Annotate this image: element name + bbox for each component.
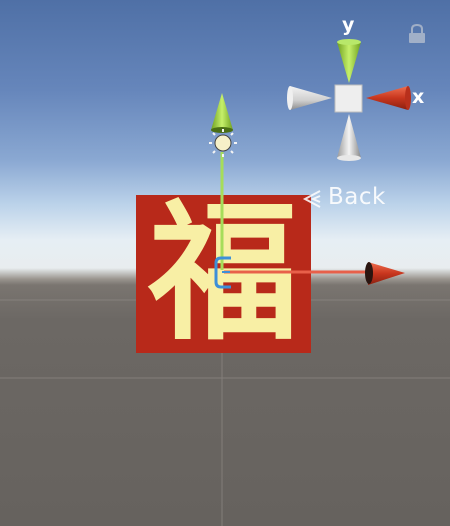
gizmo-center-cube[interactable] — [334, 84, 363, 113]
transform-gizmo[interactable] — [0, 0, 450, 526]
x-axis-cone[interactable] — [368, 262, 405, 285]
y-axis-cone[interactable] — [211, 93, 233, 130]
scene-view[interactable]: 福 Back y x — [0, 0, 450, 526]
gizmo-x-cone[interactable] — [366, 86, 408, 110]
gizmo-x-label: x — [412, 86, 425, 108]
gizmo-y-label: y — [342, 14, 355, 36]
gizmo-neg-x-cone[interactable] — [290, 86, 332, 110]
gizmo-neg-y-cone[interactable] — [337, 114, 361, 158]
orientation-gizmo[interactable] — [287, 39, 411, 161]
chevron-left-icon — [302, 190, 321, 208]
lock-icon[interactable] — [409, 23, 425, 43]
gizmo-y-cone[interactable] — [337, 42, 361, 83]
camera-back-label: Back — [328, 184, 386, 210]
